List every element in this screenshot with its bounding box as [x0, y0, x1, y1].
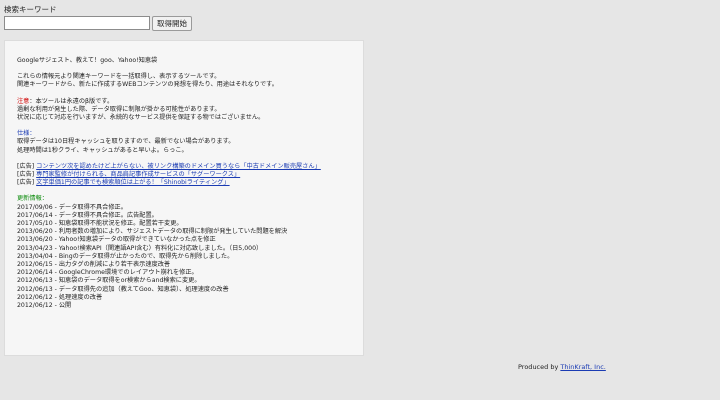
notice-line: 過剰な利用が発生した際、データ取得に制限が掛かる可能性があります。 — [17, 105, 221, 113]
intro-line: 関連キーワードから、新たに作成するWEBコンテンツの発想を得たり、用途はそれなり… — [17, 81, 278, 89]
ad-prefix: [広告] — [17, 162, 37, 170]
notice-line: 注意：本ツールは永遠のβ版です。 — [17, 98, 351, 106]
spec-line: 取得データは10日程キャッシュを取りますので、最新でない場合があります。 — [17, 138, 235, 146]
footer-credit: Produced by ThinKraft, Inc. — [518, 363, 606, 371]
update-item: 2012/06/13 - 知恵袋のデータ取得をor検索からand検索に変更。 — [17, 277, 201, 285]
company-link[interactable]: ThinKraft, Inc. — [560, 363, 605, 371]
ad-link[interactable]: 専門家監修が付けられる、商品肩記事作成サービスの「サグーワークス」 — [36, 171, 240, 178]
ad-line: [広告] コンテンツ次を認めたけど上がらない、被リンク構築のドメイン買うなら「中… — [17, 163, 351, 171]
update-item: 2012/06/12 - 公開 — [17, 302, 72, 310]
panel-title: Googleサジェスト、教えて！goo、Yahoo!知恵袋 — [17, 57, 158, 64]
notice-label: 注意 — [17, 97, 30, 105]
update-item: 2017/09/06 - データ取得不具合修正。 — [17, 203, 127, 211]
spec-line: 処理時間は1秒クライ、キャッシュがあると早いよ。らっこ。 — [17, 146, 188, 154]
ad-link[interactable]: 文字単価1円の記事でも検索順位は上がる！「Shinobiライティング」 — [36, 179, 229, 186]
update-item: 2013/04/23 - Yahoo!検索API（関連語API含む）有料化に対応… — [17, 244, 263, 252]
ad-line: [広告] 専門家監修が付けられる、商品肩記事作成サービスの「サグーワークス」 — [17, 171, 351, 179]
footer-prefix: Produced by — [518, 363, 561, 371]
start-fetch-button[interactable]: 取得開始 — [152, 16, 192, 31]
search-label: 検索キーワード — [4, 5, 57, 14]
ad-prefix: [広告] — [17, 171, 37, 179]
ad-prefix: [広告] — [17, 179, 37, 187]
ad-link[interactable]: コンテンツ次を認めたけど上がらない、被リンク構築のドメイン買うなら「中古ドメイン… — [36, 163, 321, 170]
ad-line: [広告] 文字単価1円の記事でも検索順位は上がる！「Shinobiライティング」 — [17, 179, 351, 187]
search-input[interactable] — [4, 16, 150, 30]
update-item: 2012/06/13 - データ取得先の追加（教えてGoo、知恵袋）、処理速度の… — [17, 285, 229, 293]
update-item: 2013/04/04 - Bingのデータ取得が止かったので、取得先から削除しま… — [17, 252, 234, 260]
updates-label: 更新情報： — [17, 195, 48, 203]
update-item: 2017/06/14 - データ取得不具合修正。広告配置。 — [17, 211, 158, 219]
info-panel: Googleサジェスト、教えて！goo、Yahoo!知恵袋 これらの情報元より関… — [4, 40, 364, 356]
update-item: 2012/06/12 - 処理速度の改善 — [17, 293, 103, 301]
notice-first: ：本ツールは永遠のβ版です。 — [29, 97, 114, 105]
update-item: 2013/06/20 - Yahoo!知恵袋データの取得ができていなかった点を修… — [17, 236, 216, 244]
notice-line: 状況に応じて対応を行いますが、永続的なサービス提供を保証する物ではございません。 — [17, 114, 265, 122]
